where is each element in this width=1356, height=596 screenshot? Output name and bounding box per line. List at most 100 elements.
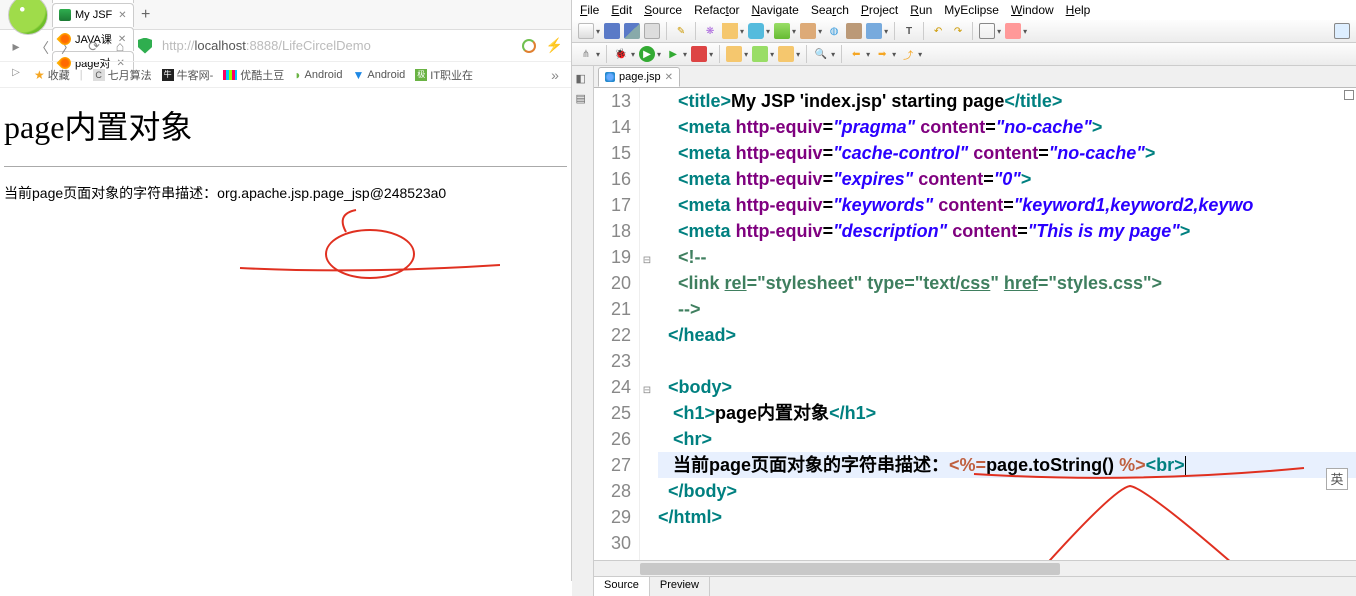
editor-bottom-tabs: Source Preview xyxy=(594,576,1356,596)
code-line[interactable]: </body> xyxy=(658,478,1356,504)
bookmark-item[interactable]: ▼Android xyxy=(352,67,405,83)
code-line[interactable]: <h1>page内置对象</h1> xyxy=(658,400,1356,426)
source-tab[interactable]: Source xyxy=(594,577,650,596)
debug-icon[interactable]: 🐞 xyxy=(613,46,629,62)
globe-icon[interactable]: ◍ xyxy=(826,23,842,39)
browser-tab-bar: Java工✕/mana✕My JSF✕JAVA课✕page对✕ + xyxy=(0,0,571,30)
address-bar[interactable]: http://localhost:8888/LifeCircelDemo xyxy=(162,38,512,53)
save-all-icon[interactable] xyxy=(624,23,640,39)
code-line[interactable]: <meta http-equiv="cache-control" content… xyxy=(658,140,1356,166)
bookmark-item[interactable]: C七月算法 xyxy=(93,67,152,83)
code-line[interactable]: <title>My JSP 'index.jsp' starting page<… xyxy=(658,88,1356,114)
folder-icon[interactable] xyxy=(722,23,738,39)
new-class-icon[interactable] xyxy=(752,46,768,62)
new-pkg-icon[interactable] xyxy=(726,46,742,62)
restore-icon[interactable]: ◧ xyxy=(576,72,590,86)
db-icon[interactable] xyxy=(748,23,764,39)
menu-item[interactable]: Window xyxy=(1011,3,1054,17)
close-tab-icon[interactable]: ✕ xyxy=(665,72,673,83)
star-icon: ★ xyxy=(34,68,45,82)
code-line[interactable]: 当前page页面对象的字符串描述：<%=page.toString() %><b… xyxy=(658,452,1356,478)
editor-tab-bar: page.jsp ✕ xyxy=(594,66,1356,88)
run-last-icon[interactable]: ▶ xyxy=(665,46,681,62)
code-line[interactable]: <hr> xyxy=(658,426,1356,452)
flash-icon[interactable]: ⚡ xyxy=(546,37,563,54)
loading-icon xyxy=(522,39,536,53)
new-icon[interactable] xyxy=(578,23,594,39)
nav-up-icon[interactable]: ⤴ xyxy=(900,46,916,62)
redo-icon[interactable]: ↷ xyxy=(950,23,966,39)
code-line[interactable]: <body> xyxy=(658,374,1356,400)
new-tab-button[interactable]: + xyxy=(136,6,156,24)
pencil-icon[interactable]: ✎ xyxy=(673,23,689,39)
save-icon[interactable] xyxy=(604,23,620,39)
bookmarks-more-icon[interactable]: » xyxy=(547,67,563,83)
new-folder-icon[interactable] xyxy=(778,46,794,62)
page-output-line: 当前page页面对象的字符串描述：org.apache.jsp.page_jsp… xyxy=(4,183,567,203)
bookmark-item[interactable]: ◗Android xyxy=(294,67,342,83)
deploy-icon[interactable] xyxy=(774,23,790,39)
window-icon[interactable] xyxy=(979,23,995,39)
reload-button[interactable]: ⟳ xyxy=(86,38,102,54)
code-line[interactable] xyxy=(658,348,1356,374)
code-line[interactable]: <!-- xyxy=(658,244,1356,270)
code-editor[interactable]: 131415161718192021222324252627282930 ⊟⊟ … xyxy=(594,88,1356,560)
perspective-icon[interactable] xyxy=(1334,23,1350,39)
events-icon[interactable] xyxy=(1005,23,1021,39)
code-line[interactable]: <meta http-equiv="description" content="… xyxy=(658,218,1356,244)
run-icon[interactable]: ▶ xyxy=(639,46,655,62)
image-icon[interactable] xyxy=(866,23,882,39)
server-icon[interactable] xyxy=(800,23,816,39)
close-tab-icon[interactable]: ✕ xyxy=(118,10,126,21)
type-icon[interactable]: T xyxy=(901,23,917,39)
package-icon[interactable] xyxy=(846,23,862,39)
page-content: page内置对象 当前page页面对象的字符串描述：org.apache.jsp… xyxy=(0,88,571,581)
browser-tab[interactable]: My JSF✕ xyxy=(52,3,134,27)
menu-item[interactable]: Search xyxy=(811,3,849,17)
menu-item[interactable]: Edit xyxy=(611,3,632,17)
back-button[interactable]: 〈 xyxy=(34,38,50,54)
bookmark-item[interactable]: 极IT职业在 xyxy=(415,67,473,83)
editor-tab[interactable]: page.jsp ✕ xyxy=(598,67,680,87)
url-prefix: http:// xyxy=(162,38,195,53)
nav-fwd-icon[interactable]: ➡ xyxy=(874,46,890,62)
search-icon[interactable]: 🔍 xyxy=(813,46,829,62)
ime-indicator[interactable]: 英 xyxy=(1326,468,1348,490)
fold-gutter: ⊟⊟ xyxy=(640,88,654,560)
menu-item[interactable]: MyEclipse xyxy=(944,3,999,17)
menu-item[interactable]: Navigate xyxy=(751,3,798,17)
code-line[interactable]: --> xyxy=(658,296,1356,322)
nav-back-icon[interactable]: ⬅ xyxy=(848,46,864,62)
horizontal-scrollbar[interactable] xyxy=(594,560,1356,576)
bookmarks-expand-icon[interactable]: ▷ xyxy=(8,67,24,83)
menu-item[interactable]: Help xyxy=(1066,3,1091,17)
code-line[interactable] xyxy=(658,530,1356,556)
code-line[interactable]: <meta http-equiv="pragma" content="no-ca… xyxy=(658,114,1356,140)
code-line[interactable]: </html> xyxy=(658,504,1356,530)
menu-item[interactable]: Refactor xyxy=(694,3,739,17)
more-icon[interactable]: ▸ xyxy=(8,38,24,54)
wand-icon[interactable]: ❋ xyxy=(702,23,718,39)
undo-icon[interactable]: ↶ xyxy=(930,23,946,39)
link-icon[interactable]: ⋔ xyxy=(578,46,594,62)
code-line[interactable]: </head> xyxy=(658,322,1356,348)
outline-icon[interactable]: ▤ xyxy=(576,92,590,106)
overview-ruler-icon xyxy=(1344,90,1354,100)
bookmark-item[interactable]: 优酷土豆 xyxy=(223,67,284,83)
bookmark-item[interactable]: 牛牛客网- xyxy=(162,67,214,83)
code-content[interactable]: <title>My JSP 'index.jsp' starting page<… xyxy=(654,88,1356,560)
preview-tab[interactable]: Preview xyxy=(650,577,710,596)
home-button[interactable]: ⌂ xyxy=(112,38,128,54)
line-number-gutter: 131415161718192021222324252627282930 xyxy=(594,88,640,560)
code-line[interactable]: <meta http-equiv="expires" content="0"> xyxy=(658,166,1356,192)
print-icon[interactable] xyxy=(644,23,660,39)
ext-tools-icon[interactable] xyxy=(691,46,707,62)
menu-item[interactable]: Source xyxy=(644,3,682,17)
code-line[interactable]: <meta http-equiv="keywords" content="key… xyxy=(658,192,1356,218)
code-line[interactable]: <link rel="stylesheet" type="text/css" h… xyxy=(658,270,1356,296)
scrollbar-thumb[interactable] xyxy=(640,563,1060,575)
menu-item[interactable]: Run xyxy=(910,3,932,17)
menu-item[interactable]: Project xyxy=(861,3,898,17)
page-heading: page内置对象 xyxy=(4,102,567,148)
menu-item[interactable]: File xyxy=(580,3,599,17)
